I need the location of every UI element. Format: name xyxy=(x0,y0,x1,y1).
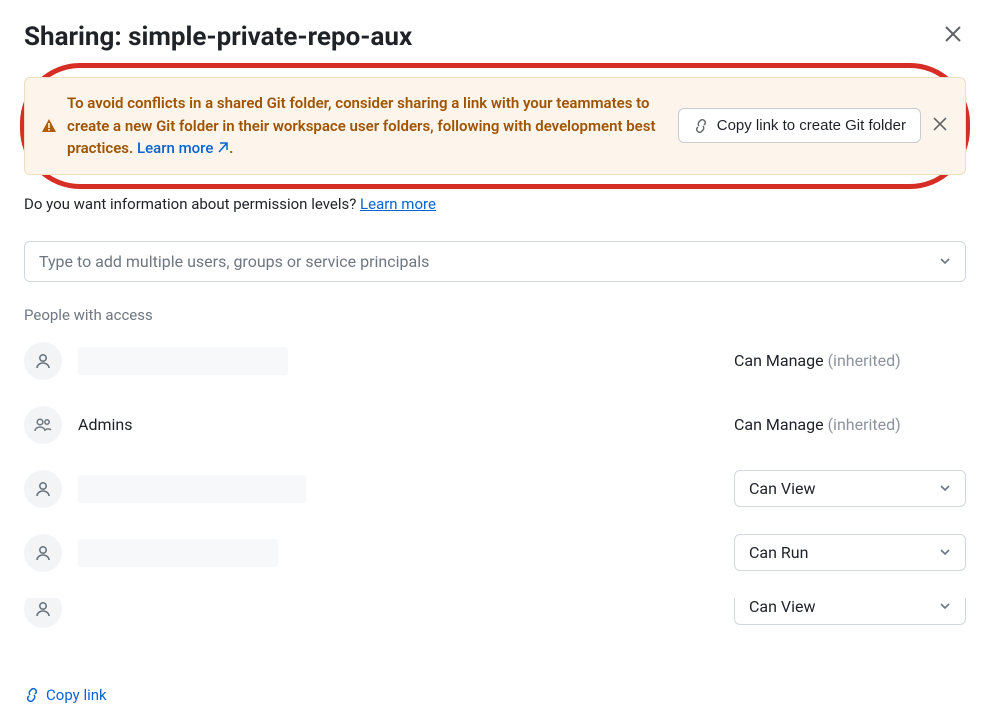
permission-select[interactable]: Can View xyxy=(734,470,966,507)
copy-link-git-folder-label: Copy link to create Git folder xyxy=(717,117,906,134)
chevron-down-icon xyxy=(939,479,951,498)
alert-learn-more-link[interactable]: Learn more xyxy=(137,139,229,157)
principal-name xyxy=(78,539,734,567)
copy-link-git-folder-button[interactable]: Copy link to create Git folder xyxy=(678,108,921,143)
dialog-title: Sharing: simple-private-repo-aux xyxy=(24,22,412,52)
permission-label: Can Manage (inherited) xyxy=(734,415,966,434)
warning-icon xyxy=(41,118,57,134)
dialog-header: Sharing: simple-private-repo-aux xyxy=(24,20,966,53)
user-icon xyxy=(24,534,62,572)
redacted-name xyxy=(78,539,278,567)
people-access-label: People with access xyxy=(24,306,966,324)
permission-value: Can View xyxy=(749,479,816,498)
access-row: Can Manage (inherited) xyxy=(24,342,966,380)
add-users-input[interactable]: Type to add multiple users, groups or se… xyxy=(24,241,966,282)
user-icon xyxy=(24,470,62,508)
permission-value: Can View xyxy=(749,598,816,616)
access-row: Admins Can Manage (inherited) xyxy=(24,406,966,444)
principal-name xyxy=(78,475,734,503)
access-row: Can View xyxy=(24,598,966,634)
link-icon xyxy=(24,687,40,703)
redacted-name xyxy=(78,347,288,375)
access-row: Can Run xyxy=(24,534,966,572)
close-icon[interactable] xyxy=(940,20,966,53)
alert-close-icon[interactable] xyxy=(931,115,949,136)
redacted-name xyxy=(78,475,306,503)
alert-text: To avoid conflicts in a shared Git folde… xyxy=(67,92,668,160)
permission-select[interactable]: Can Run xyxy=(734,534,966,571)
permission-select[interactable]: Can View xyxy=(734,598,966,625)
permission-label: Can Manage (inherited) xyxy=(734,351,966,370)
permission-info-line: Do you want information about permission… xyxy=(24,195,966,213)
chevron-down-icon xyxy=(939,252,951,271)
alert-banner: To avoid conflicts in a shared Git folde… xyxy=(24,77,966,175)
link-icon xyxy=(693,118,709,134)
principal-name: Admins xyxy=(78,415,734,434)
add-users-placeholder: Type to add multiple users, groups or se… xyxy=(39,252,429,271)
access-row: Can View xyxy=(24,470,966,508)
user-icon xyxy=(24,598,62,628)
copy-link-label: Copy link xyxy=(46,686,107,704)
chevron-down-icon xyxy=(939,543,951,562)
permission-value: Can Run xyxy=(749,543,808,562)
group-icon xyxy=(24,406,62,444)
chevron-down-icon xyxy=(939,598,951,616)
alert-highlighted: To avoid conflicts in a shared Git folde… xyxy=(24,77,966,175)
user-icon xyxy=(24,342,62,380)
principal-name xyxy=(78,347,734,375)
copy-link-button[interactable]: Copy link xyxy=(24,686,107,704)
permission-learn-more-link[interactable]: Learn more xyxy=(360,195,436,213)
